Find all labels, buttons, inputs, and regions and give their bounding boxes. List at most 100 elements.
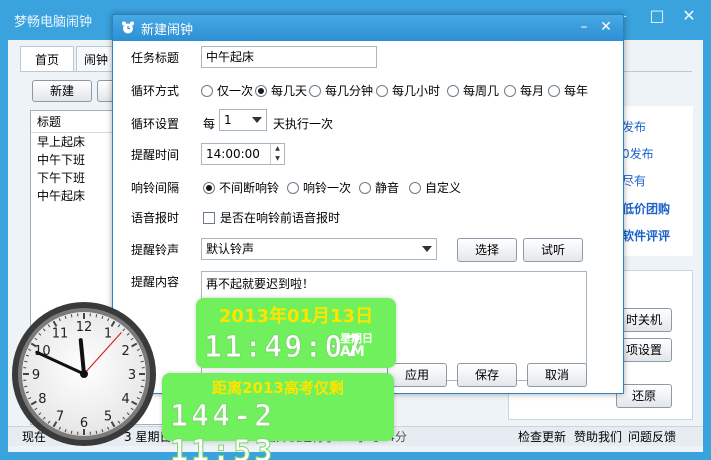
time-value: 14:00:00 bbox=[206, 147, 260, 161]
countdown-value: 144-2 11:53 bbox=[170, 399, 276, 460]
clock-tick bbox=[24, 360, 28, 363]
restore-icon[interactable]: □ bbox=[646, 6, 668, 25]
choose-button[interactable]: 选择 bbox=[457, 238, 517, 262]
clock-numeral: 9 bbox=[32, 368, 40, 383]
countdown-title: 距离2013高考仅剩 bbox=[212, 379, 344, 397]
time-input[interactable]: 14:00:00 ▲ ▼ bbox=[201, 143, 285, 165]
clock-numeral: 6 bbox=[80, 416, 88, 431]
radio-label: 每几天 bbox=[271, 84, 308, 98]
dialog-title: 新建闹钟 bbox=[141, 23, 194, 38]
options-button[interactable]: 项设置 bbox=[616, 338, 672, 362]
time-stepper[interactable]: ▲ ▼ bbox=[270, 144, 284, 164]
cancel-button[interactable]: 取消 bbox=[527, 363, 587, 387]
radio-label: 响铃一次 bbox=[303, 181, 352, 195]
loop-once-radio[interactable]: 仅一次 bbox=[201, 82, 253, 99]
digital-clock-widget[interactable]: 2013年01月13日 11:49:07 星期日 AM bbox=[196, 298, 396, 368]
spin-down-icon[interactable]: ▼ bbox=[271, 154, 284, 164]
clock-tick bbox=[95, 314, 98, 318]
loop-setting-label: 循环设置 bbox=[131, 117, 180, 131]
radio-checked-icon bbox=[203, 181, 215, 194]
radio-icon bbox=[447, 84, 459, 97]
new-button[interactable]: 新建 bbox=[32, 80, 92, 102]
radio-label: 每几小时 bbox=[392, 84, 441, 98]
loop-minutes-radio[interactable]: 每几分钟 bbox=[309, 82, 373, 99]
link-publish[interactable]: 发布 bbox=[622, 118, 646, 135]
analog-clock[interactable]: 1234567891011 12 bbox=[10, 300, 158, 448]
loop-year-radio[interactable]: 每年 bbox=[548, 82, 588, 99]
radio-label: 不间断响铃 bbox=[219, 181, 280, 195]
listen-button[interactable]: 试听 bbox=[523, 238, 583, 262]
loop-week-radio[interactable]: 每周几 bbox=[447, 82, 499, 99]
ringtone-label: 提醒铃声 bbox=[131, 243, 180, 257]
radio-icon bbox=[548, 84, 560, 97]
close-icon[interactable]: ✕ bbox=[678, 6, 700, 25]
loop-mode-label: 循环方式 bbox=[131, 84, 180, 98]
widget-date: 2013年01月13日 bbox=[218, 306, 374, 327]
loop-days-radio[interactable]: 每几天 bbox=[255, 82, 307, 99]
loop-days-select[interactable]: 1 bbox=[219, 109, 267, 131]
link-all[interactable]: 尽有 bbox=[622, 172, 646, 189]
radio-label: 自定义 bbox=[425, 181, 462, 195]
radio-icon bbox=[287, 181, 299, 194]
clock-numeral: 1 bbox=[104, 326, 112, 341]
spin-up-icon[interactable]: ▲ bbox=[271, 144, 284, 154]
task-title-input[interactable]: 中午起床 bbox=[201, 46, 377, 68]
countdown-widget[interactable]: 距离2013高考仅剩 144-2 11:53 bbox=[162, 373, 394, 460]
clock-numeral: 2 bbox=[121, 344, 129, 359]
link-groupbuy[interactable]: 低价团购 bbox=[622, 200, 670, 217]
tab-home-label: 首页 bbox=[34, 53, 59, 67]
voice-checkbox[interactable]: 是否在响铃前语音报时 bbox=[203, 209, 340, 226]
widget-ampm: AM bbox=[340, 344, 365, 360]
chevron-down-icon bbox=[252, 117, 262, 123]
tab-alarm[interactable]: 闹钟 bbox=[76, 46, 116, 72]
loop-days-value: 1 bbox=[224, 113, 232, 127]
ringtone-value: 默认铃声 bbox=[206, 242, 255, 256]
clock-numeral: 12 bbox=[76, 320, 93, 335]
ring-custom-radio[interactable]: 自定义 bbox=[409, 179, 461, 196]
loop-hours-radio[interactable]: 每几小时 bbox=[376, 82, 440, 99]
ringtone-select[interactable]: 默认铃声 bbox=[201, 238, 437, 260]
ring-once-radio[interactable]: 响铃一次 bbox=[287, 179, 351, 196]
radio-icon bbox=[376, 84, 388, 97]
save-button[interactable]: 保存 bbox=[457, 363, 517, 387]
tab-alarm-label: 闹钟 bbox=[83, 53, 108, 67]
dialog-close-icon[interactable]: ✕ bbox=[597, 18, 615, 36]
feedback-link[interactable]: 问题反馈 bbox=[628, 427, 676, 447]
clock-tick bbox=[24, 385, 28, 388]
voice-label: 语音报时 bbox=[131, 211, 180, 225]
tab-home[interactable]: 首页 bbox=[20, 46, 74, 72]
content-label: 提醒内容 bbox=[131, 275, 180, 289]
app-title: 梦畅电脑闹钟 bbox=[14, 15, 93, 30]
radio-label: 每月 bbox=[520, 84, 545, 98]
checkbox-label: 是否在响铃前语音报时 bbox=[220, 211, 341, 225]
clock-numeral: 11 bbox=[52, 326, 69, 341]
radio-icon bbox=[409, 181, 421, 194]
restore-button[interactable]: 还原 bbox=[616, 384, 672, 408]
apply-button[interactable]: 应用 bbox=[387, 363, 447, 387]
shutdown-button[interactable]: 时关机 bbox=[616, 308, 672, 332]
loop-setting-suffix: 天执行一次 bbox=[273, 117, 334, 131]
link-publish-2[interactable]: 0发布 bbox=[622, 145, 654, 162]
clock-numeral: 3 bbox=[128, 368, 136, 383]
dialog-minimize-icon[interactable]: – bbox=[575, 18, 593, 36]
clock-tick bbox=[70, 314, 73, 318]
checkbox-icon bbox=[203, 211, 215, 224]
sponsor-link[interactable]: 赞助我们 bbox=[574, 427, 622, 447]
link-review[interactable]: 软件评评 bbox=[622, 227, 670, 244]
alarm-icon bbox=[122, 21, 134, 34]
radio-label: 每年 bbox=[564, 84, 589, 98]
ring-mute-radio[interactable]: 静音 bbox=[359, 179, 399, 196]
clock-numeral: 8 bbox=[38, 392, 46, 407]
remind-time-label: 提醒时间 bbox=[131, 148, 180, 162]
loop-month-radio[interactable]: 每月 bbox=[504, 82, 544, 99]
radio-icon bbox=[359, 181, 371, 194]
check-update-link[interactable]: 检查更新 bbox=[518, 427, 566, 447]
clock-tick bbox=[95, 430, 98, 434]
clock-numeral: 4 bbox=[121, 392, 129, 407]
ring-continuous-radio[interactable]: 不间断响铃 bbox=[203, 179, 279, 196]
radio-icon bbox=[504, 84, 516, 97]
loop-setting-prefix: 每 bbox=[203, 117, 216, 131]
radio-label: 仅一次 bbox=[217, 84, 254, 98]
radio-icon bbox=[201, 84, 213, 97]
clock-tick bbox=[140, 385, 144, 388]
